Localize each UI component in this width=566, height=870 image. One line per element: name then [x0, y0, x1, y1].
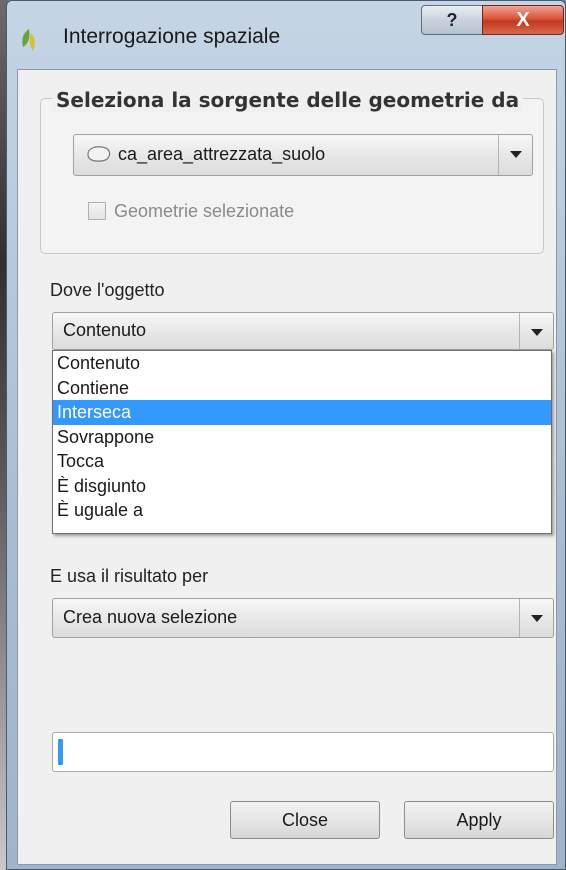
dropdown-option[interactable]: Contenuto [53, 351, 551, 376]
source-groupbox [40, 98, 544, 254]
dropdown-option[interactable]: Sovrappone [53, 425, 551, 450]
result-label: E usa il risultato per [50, 566, 209, 586]
predicate-value: Contenuto [63, 320, 147, 340]
dropdown-option[interactable]: Contiene [53, 376, 551, 401]
apply-button[interactable]: Apply [404, 801, 554, 839]
predicate-combo[interactable]: Contenuto [52, 312, 554, 350]
chevron-down-icon[interactable] [519, 599, 553, 637]
predicate-dropdown-list: Contenuto Contiene Interseca Sovrappone … [52, 350, 552, 534]
title-bar[interactable]: Interrogazione spaziale ? X [7, 1, 565, 71]
dialog-body: Seleziona la sorgente delle geometrie da… [17, 69, 557, 865]
help-button[interactable]: ? [421, 5, 483, 35]
window-close-button[interactable]: X [482, 5, 564, 35]
result-combo[interactable]: Crea nuova selezione [52, 598, 554, 638]
source-layer-combo[interactable]: ca_area_attrezzata_suolo [73, 134, 533, 176]
polygon-layer-icon [87, 146, 111, 162]
progress-fill [58, 739, 63, 765]
predicate-label: Dove l'oggetto [50, 280, 165, 300]
chevron-down-icon[interactable] [498, 135, 532, 175]
spatial-query-dialog: Interrogazione spaziale ? X Seleziona la… [6, 0, 566, 870]
dropdown-option[interactable]: È uguale a [53, 498, 551, 523]
qgis-logo-icon [22, 29, 35, 51]
chevron-down-icon[interactable] [519, 313, 553, 349]
selected-features-checkbox[interactable] [88, 202, 106, 220]
result-value: Crea nuova selezione [63, 607, 238, 627]
dropdown-option[interactable]: È disgiunto [53, 474, 551, 499]
selected-features-label: Geometrie selezionate [114, 201, 295, 221]
window-title: Interrogazione spaziale [63, 25, 281, 48]
progress-bar [52, 732, 554, 772]
source-layer-value: ca_area_attrezzata_suolo [118, 144, 326, 164]
source-group-title: Seleziona la sorgente delle geometrie da [52, 88, 524, 112]
close-button[interactable]: Close [230, 801, 380, 839]
dropdown-option-highlighted[interactable]: Interseca [53, 400, 551, 425]
dropdown-option[interactable]: Tocca [53, 449, 551, 474]
